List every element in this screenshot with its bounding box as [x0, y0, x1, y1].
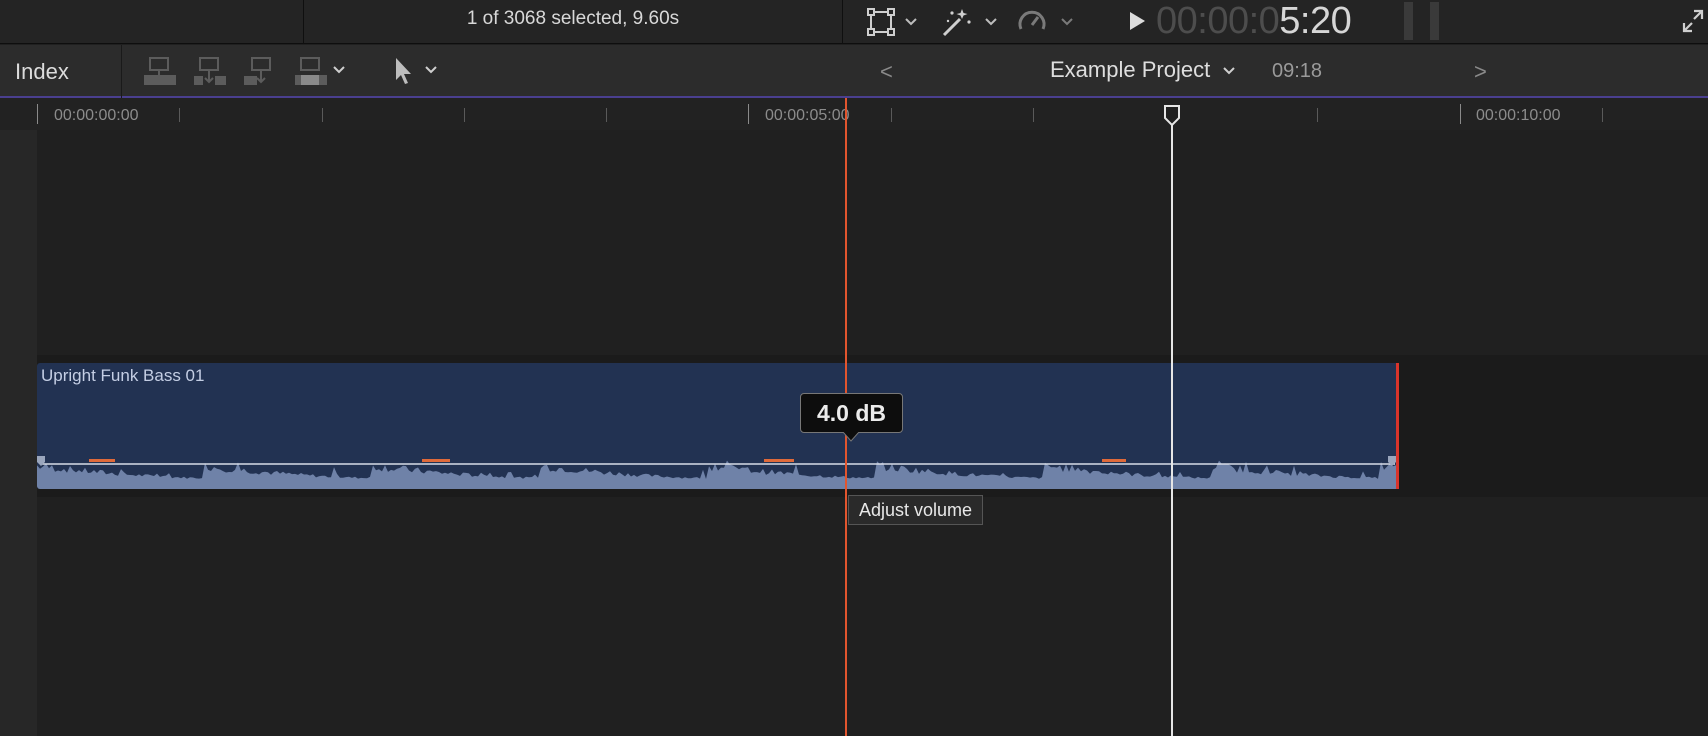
timeline-window: 1 of 3068 selected, 9.60s 00:00:05:20 In… — [0, 0, 1708, 736]
play-icon[interactable] — [1126, 9, 1148, 33]
index-label: Index — [15, 59, 69, 84]
audio-peak-marker — [1102, 459, 1126, 462]
clip-end-handle[interactable] — [1396, 363, 1399, 489]
clip-title: Upright Funk Bass 01 — [41, 366, 205, 385]
ruler-label: 00:00:00:00 — [54, 107, 139, 124]
timeline-ruler[interactable]: 00:00:00:00 00:00:05:00 00:00:10:00 — [0, 98, 1708, 130]
audio-meter — [1404, 2, 1440, 40]
selection-status: 1 of 3068 selected, 9.60s — [466, 8, 680, 29]
divider — [303, 0, 304, 44]
insert-clip-icon[interactable] — [192, 55, 228, 89]
timecode-dim-part: 00:00:0 — [1156, 0, 1280, 42]
divider — [842, 0, 843, 44]
transform-menu-button[interactable] — [864, 6, 920, 38]
ruler-label: 00:00:10:00 — [1476, 107, 1561, 124]
adjust-volume-tooltip: Adjust volume — [848, 495, 984, 525]
timeline-toolbar: Index < Example Project 09:18 > — [0, 45, 1708, 98]
connect-clip-icon[interactable] — [142, 55, 178, 89]
chevron-down-icon — [1223, 67, 1236, 75]
chevron-down-icon — [985, 18, 997, 26]
volume-readout-pointer — [843, 432, 859, 442]
chevron-down-icon — [1061, 18, 1073, 26]
next-project-button[interactable]: > — [1474, 59, 1487, 85]
overwrite-clip-icon[interactable] — [293, 55, 329, 89]
magic-wand-icon — [942, 9, 971, 37]
audio-peak-marker — [89, 459, 115, 462]
enhance-menu-button[interactable] — [937, 6, 1001, 38]
append-clip-icon[interactable] — [242, 55, 278, 89]
audio-peak-marker — [422, 459, 450, 462]
retime-menu-button[interactable] — [1012, 6, 1078, 38]
index-button[interactable]: Index — [0, 45, 122, 98]
project-name-menu[interactable]: Example Project — [1050, 57, 1236, 83]
waveform-shape — [37, 460, 1399, 489]
select-tool-icon[interactable] — [392, 56, 414, 86]
fullscreen-icon[interactable] — [1680, 7, 1706, 35]
previous-project-button[interactable]: < — [880, 59, 893, 85]
ruler-label: 00:00:05:00 — [765, 107, 850, 124]
playhead-handle-icon[interactable] — [1164, 105, 1180, 127]
project-name: Example Project — [1050, 57, 1211, 82]
track-gutter — [0, 130, 37, 736]
speed-icon — [1018, 10, 1046, 30]
chevron-down-icon[interactable] — [332, 65, 346, 75]
playhead[interactable] — [1171, 118, 1173, 736]
timecode-display[interactable]: 00:00:05:20 — [1156, 0, 1352, 43]
project-duration: 09:18 — [1272, 60, 1323, 82]
top-bar: 1 of 3068 selected, 9.60s 00:00:05:20 — [0, 0, 1708, 44]
chevron-down-icon[interactable] — [424, 65, 438, 75]
volume-readout: 4.0 dB — [800, 393, 903, 433]
timecode-bright-part: 5:20 — [1279, 0, 1352, 42]
audio-clip[interactable]: Upright Funk Bass 01 — [37, 363, 1399, 489]
audio-waveform — [37, 456, 1399, 489]
audio-peak-marker — [764, 459, 794, 462]
chevron-down-icon — [905, 18, 917, 26]
transform-icon — [867, 8, 895, 36]
